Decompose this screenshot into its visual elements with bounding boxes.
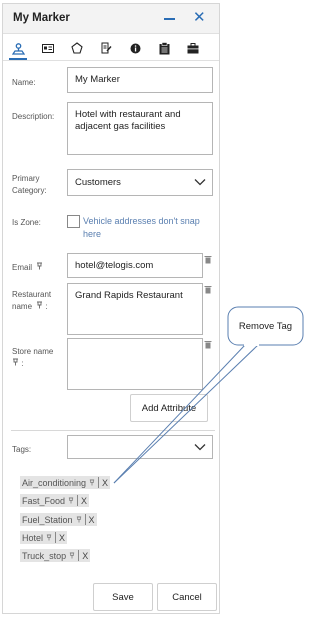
remove-tag-callout: Remove Tag [238,320,293,332]
